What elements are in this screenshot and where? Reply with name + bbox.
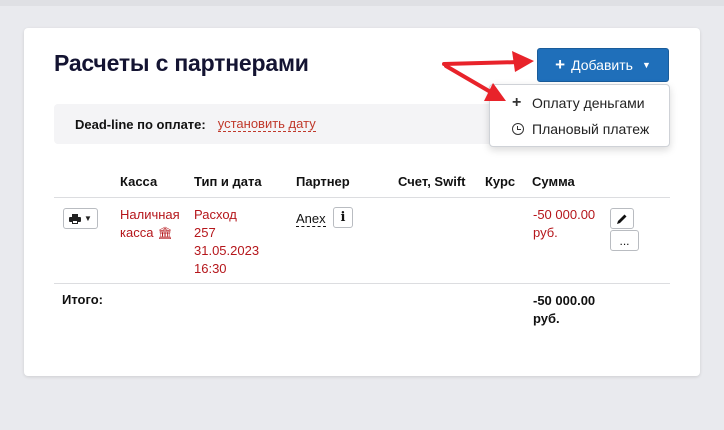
column-header-sum: Сумма: [532, 174, 575, 189]
kassa-name-line2: касса: [120, 225, 154, 240]
sum-amount: -50 000.00: [533, 207, 596, 222]
payments-card: Расчеты с партнерами + Добавить ▼ + Опла…: [24, 28, 700, 376]
deadline-panel: Dead-line по оплате: установить дату: [54, 104, 494, 144]
sum-currency: руб.: [533, 225, 558, 240]
set-date-link[interactable]: установить дату: [217, 116, 316, 132]
kassa-name-line1: Наличная: [120, 207, 180, 222]
menu-item-planned-payment[interactable]: Плановый платеж: [490, 116, 669, 142]
header-divider: [54, 197, 670, 198]
operation-number: 257: [194, 225, 216, 240]
column-header-partner: Партнер: [296, 174, 350, 189]
menu-item-label: Оплату деньгами: [532, 95, 645, 111]
caret-down-icon: ▼: [641, 60, 651, 70]
info-button[interactable]: i: [333, 207, 353, 228]
add-dropdown-menu: + Оплату деньгами Плановый платеж: [489, 84, 670, 147]
clock-icon: [512, 123, 524, 135]
menu-item-label: Плановый платеж: [532, 121, 650, 137]
add-button[interactable]: + Добавить ▼: [537, 48, 669, 82]
sum-cell: -50 000.00 руб.: [533, 206, 595, 242]
column-header-rate: Курс: [485, 174, 516, 189]
deadline-label: Dead-line по оплате:: [75, 116, 206, 132]
column-header-kassa: Касса: [120, 174, 158, 189]
total-sum: -50 000.00 руб.: [533, 292, 595, 328]
partner-link[interactable]: Anex: [296, 211, 326, 227]
operation-time: 16:30: [194, 261, 227, 276]
page-title: Расчеты с партнерами: [54, 50, 309, 76]
total-label: Итого:: [62, 292, 103, 307]
plus-icon: +: [512, 94, 522, 111]
bank-icon: 🏛: [157, 226, 173, 240]
total-amount: -50 000.00: [533, 293, 596, 308]
plus-icon: +: [555, 55, 566, 74]
print-button[interactable]: ▼: [63, 208, 98, 229]
type-date-cell[interactable]: Расход 257 31.05.2023 16:30: [194, 206, 259, 278]
printer-icon: [69, 213, 82, 224]
more-button[interactable]: ...: [610, 230, 639, 251]
kassa-cell[interactable]: Наличная касса 🏛: [120, 206, 180, 242]
caret-down-icon: ▼: [84, 214, 92, 223]
add-button-label: Добавить: [571, 57, 633, 73]
operation-type: Расход: [194, 207, 237, 222]
operation-date: 31.05.2023: [194, 243, 260, 258]
row-divider: [54, 283, 670, 284]
edit-button[interactable]: [610, 208, 634, 229]
column-header-type-date: Тип и дата: [194, 174, 262, 189]
pencil-icon: [617, 214, 627, 224]
total-currency: руб.: [533, 311, 560, 326]
menu-item-cash-payment[interactable]: + Оплату деньгами: [490, 90, 669, 116]
column-header-account: Счет, Swift: [398, 174, 466, 189]
info-icon: i: [340, 210, 346, 225]
top-bar: [0, 0, 724, 6]
